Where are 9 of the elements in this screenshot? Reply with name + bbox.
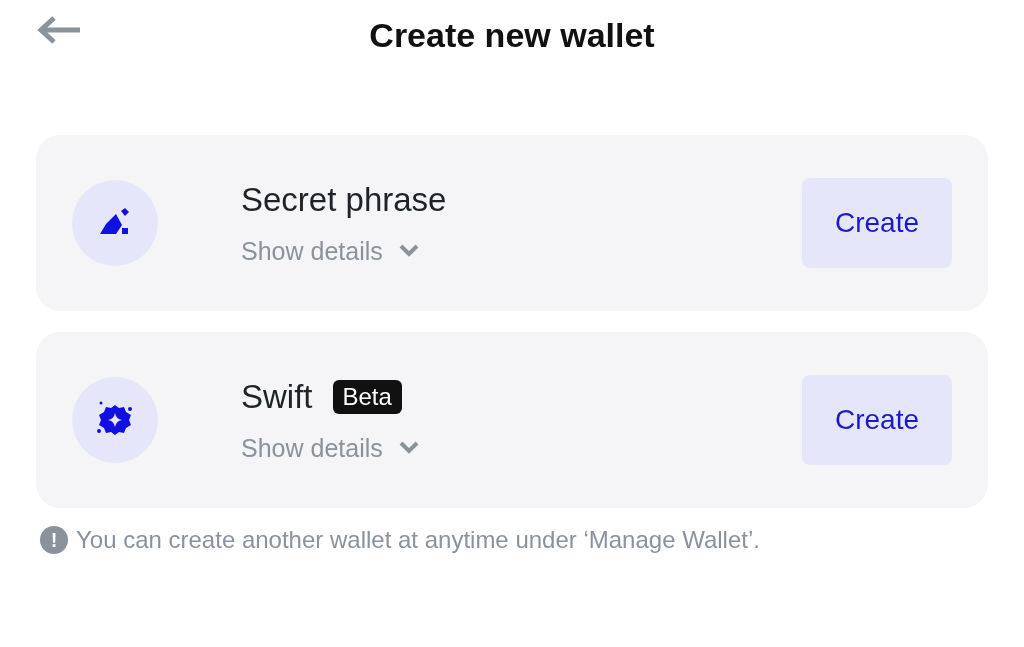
option-title: Swift: [241, 377, 313, 416]
create-button[interactable]: Create: [802, 375, 952, 465]
option-title: Secret phrase: [241, 180, 447, 219]
info-note: You can create another wallet at anytime under ‘Manage Wallet’.: [76, 526, 760, 554]
info-icon: !: [40, 526, 68, 554]
page-title: Create new wallet: [369, 15, 655, 55]
back-arrow-icon[interactable]: [36, 14, 82, 46]
beta-badge: Beta: [332, 379, 402, 414]
create-button[interactable]: Create: [802, 178, 952, 268]
